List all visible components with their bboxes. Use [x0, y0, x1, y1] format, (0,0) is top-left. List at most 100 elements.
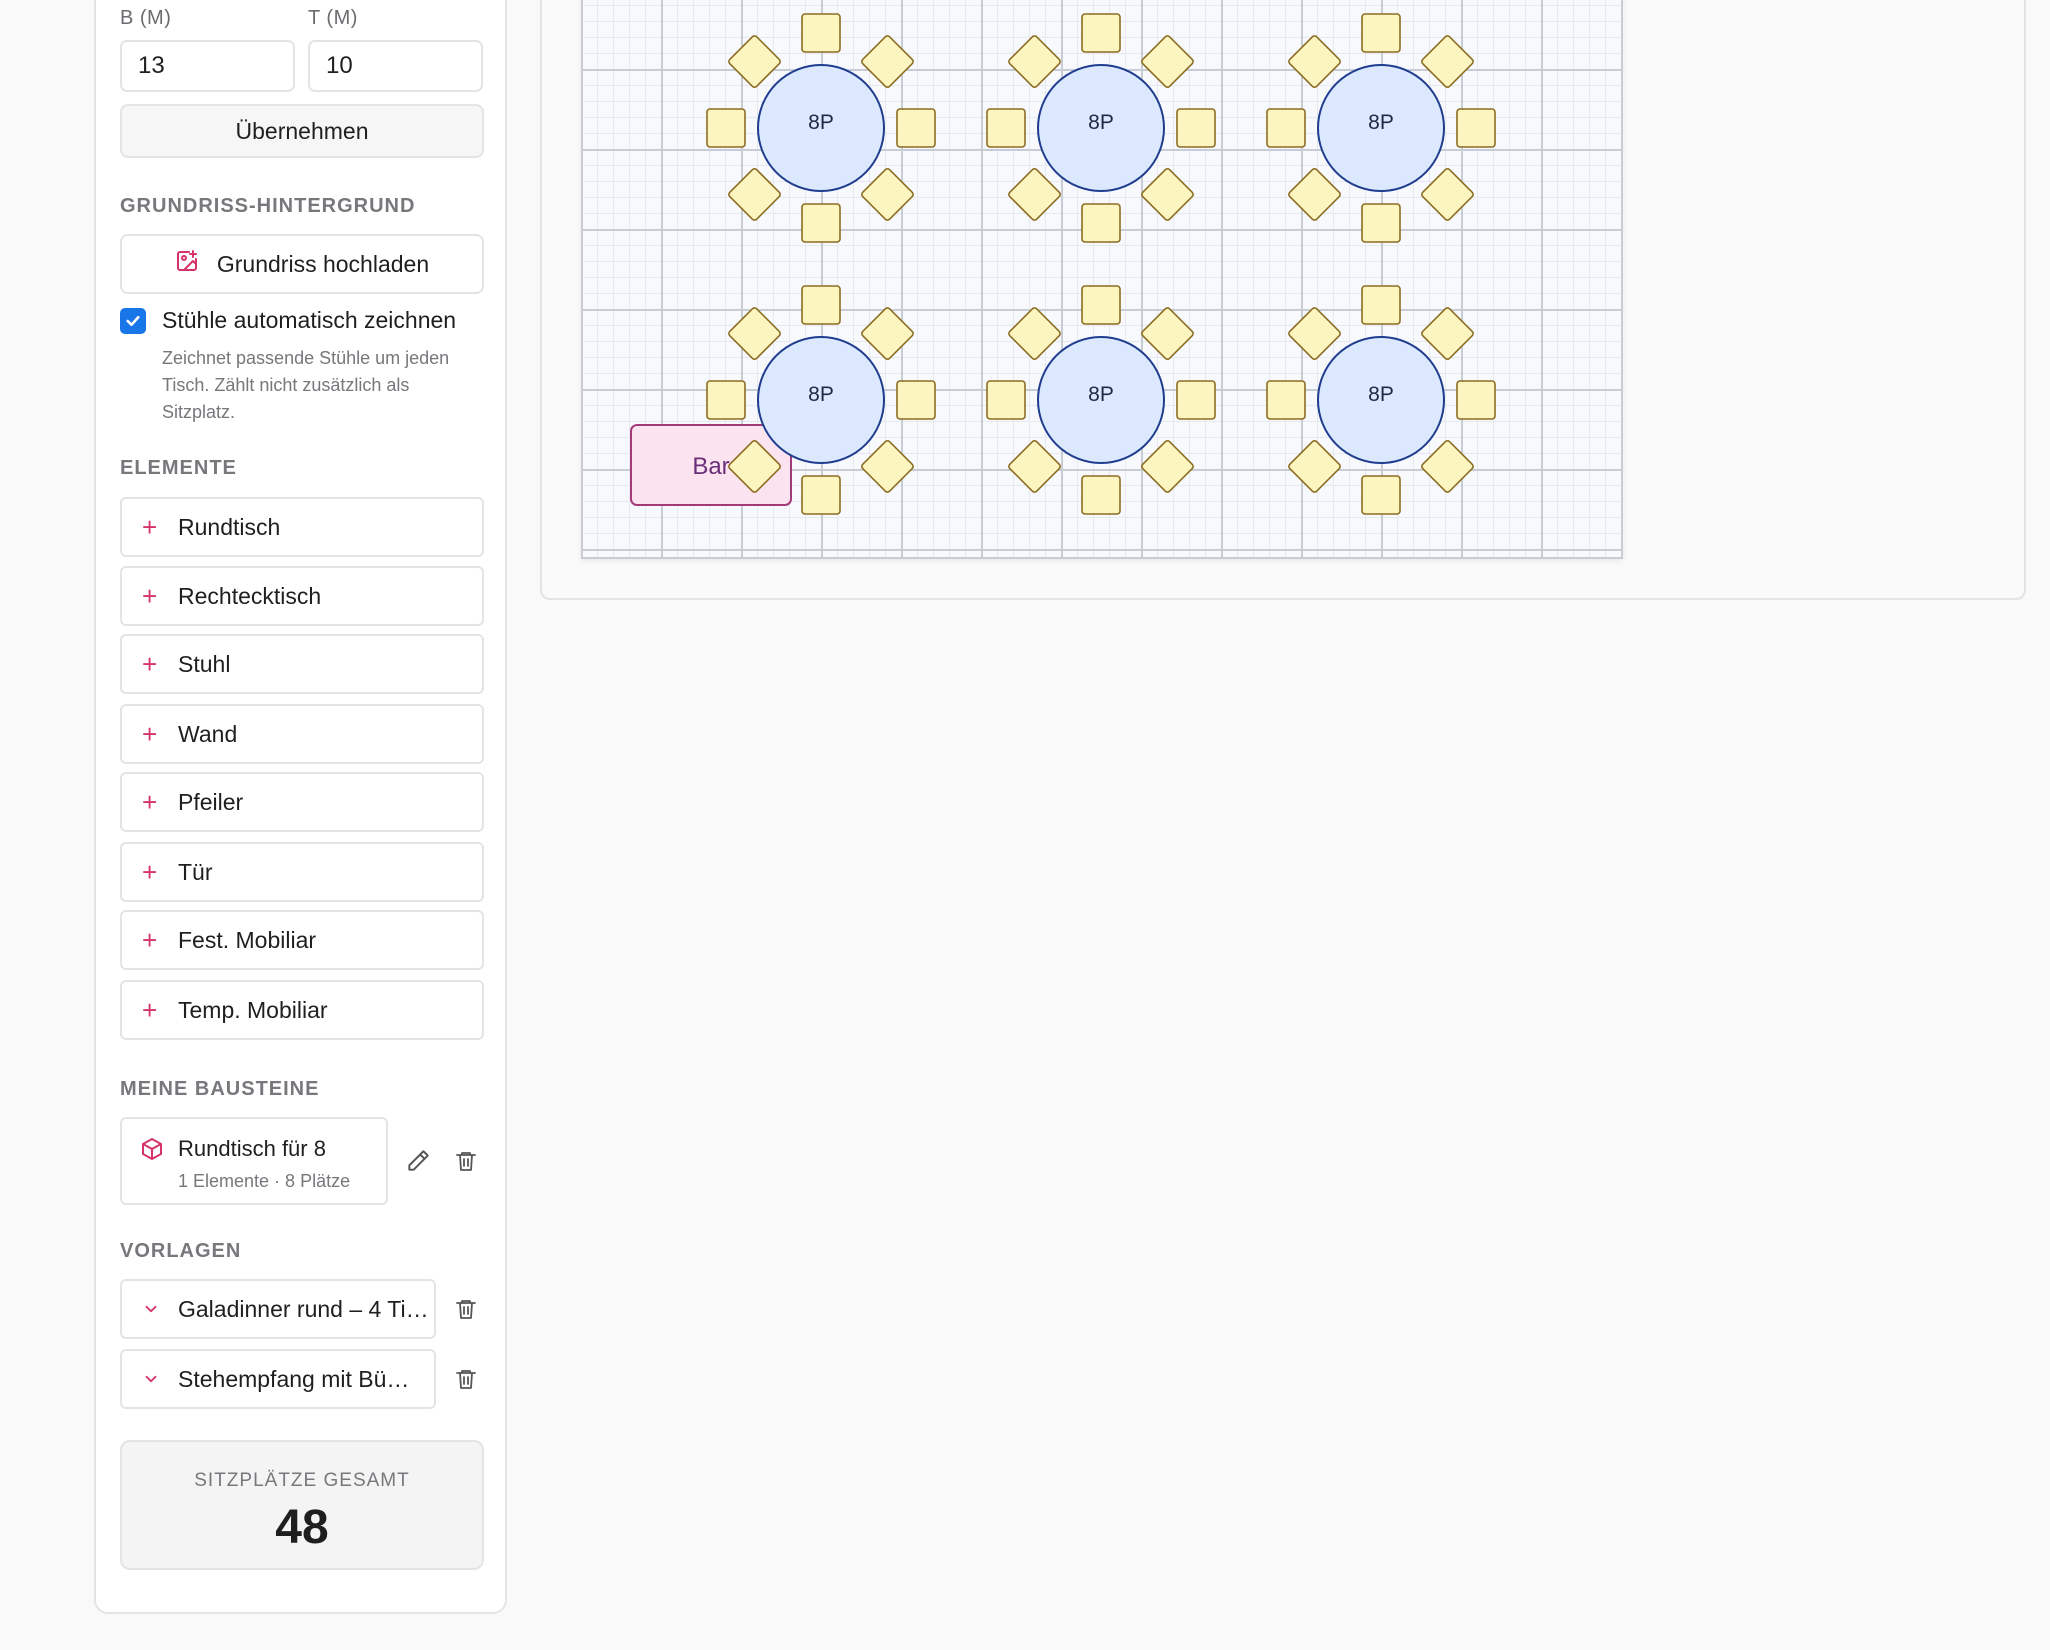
chair[interactable]	[1141, 168, 1195, 222]
element-label: Tür	[178, 858, 213, 885]
chair[interactable]	[896, 108, 936, 148]
round-table[interactable]: 8P	[1266, 285, 1496, 515]
add-chair-button[interactable]: + Stuhl	[120, 634, 484, 694]
chevron-down-icon	[142, 1300, 178, 1318]
table-label: 8P	[1368, 111, 1394, 134]
chair[interactable]	[986, 380, 1026, 420]
chair[interactable]	[986, 108, 1026, 148]
template-item-galadinner[interactable]: Galadinner rund – 4 Ti…	[120, 1279, 436, 1339]
chair[interactable]	[1288, 35, 1342, 89]
block-title: Rundtisch für 8	[178, 1136, 326, 1161]
elements-section-label: ELEMENTE	[120, 457, 237, 479]
sidebar-panel: B (M) T (M) Übernehmen GRUNDRISS-HINTERG…	[94, 0, 507, 1614]
block-card-round-table-8[interactable]: Rundtisch für 8 1 Elemente · 8 Plätze	[120, 1117, 388, 1205]
template-item-stehempfang[interactable]: Stehempfang mit Bü…	[120, 1349, 436, 1409]
chair[interactable]	[1141, 35, 1195, 89]
chair[interactable]	[801, 475, 841, 515]
chair[interactable]	[706, 380, 746, 420]
edit-block-button[interactable]	[402, 1145, 434, 1177]
element-label: Fest. Mobiliar	[178, 926, 317, 953]
table-label: 8P	[1368, 383, 1394, 406]
chair[interactable]	[1176, 108, 1216, 148]
chair[interactable]	[861, 307, 915, 361]
element-label: Stuhl	[178, 650, 231, 677]
add-door-button[interactable]: + Tür	[120, 842, 484, 902]
chair[interactable]	[1266, 108, 1306, 148]
chair[interactable]	[1456, 380, 1496, 420]
add-temp-furniture-button[interactable]: + Temp. Mobiliar	[120, 980, 484, 1040]
upload-floorplan-button[interactable]: Grundriss hochladen	[120, 234, 484, 294]
chair[interactable]	[1288, 168, 1342, 222]
chair[interactable]	[1081, 13, 1121, 53]
box-icon	[140, 1137, 164, 1166]
delete-block-button[interactable]	[450, 1145, 482, 1177]
chair[interactable]	[1008, 35, 1062, 89]
chair[interactable]	[1081, 475, 1121, 515]
delete-template-button[interactable]	[450, 1293, 482, 1325]
chair[interactable]	[861, 440, 915, 494]
plus-icon: +	[142, 857, 158, 887]
my-blocks-section-label: MEINE BAUSTEINE	[120, 1078, 320, 1100]
chair[interactable]	[1008, 168, 1062, 222]
add-wall-button[interactable]: + Wand	[120, 704, 484, 764]
chair[interactable]	[1421, 35, 1475, 89]
trash-icon	[456, 1152, 476, 1171]
trash-icon	[456, 1300, 476, 1319]
element-label: Rechtecktisch	[178, 582, 322, 609]
chair[interactable]	[1361, 475, 1401, 515]
chair[interactable]	[861, 168, 915, 222]
chair[interactable]	[1008, 440, 1062, 494]
chair[interactable]	[1176, 380, 1216, 420]
chair[interactable]	[801, 203, 841, 243]
chevron-down-icon	[142, 1370, 178, 1388]
chair[interactable]	[1421, 307, 1475, 361]
floorplan-svg: Bar 8P 8P 8P 8P 8P 8P	[630, 13, 1496, 515]
auto-chairs-hint: Zeichnet passende Stühle um jeden Tisch.…	[162, 348, 450, 422]
chair[interactable]	[1288, 440, 1342, 494]
chair[interactable]	[1456, 108, 1496, 148]
depth-input[interactable]	[308, 40, 483, 92]
chair[interactable]	[896, 380, 936, 420]
round-table[interactable]: 8P	[706, 285, 936, 515]
chair[interactable]	[1361, 285, 1401, 325]
chair[interactable]	[728, 307, 782, 361]
add-round-table-button[interactable]: + Rundtisch	[120, 497, 484, 557]
chair[interactable]	[801, 285, 841, 325]
chair[interactable]	[1141, 307, 1195, 361]
chair[interactable]	[1008, 307, 1062, 361]
chair[interactable]	[1361, 13, 1401, 53]
plus-icon: +	[142, 581, 158, 611]
apply-dimensions-button[interactable]: Übernehmen	[120, 104, 484, 158]
round-table[interactable]: 8P	[706, 13, 936, 243]
plus-icon: +	[142, 649, 158, 679]
round-table[interactable]: 8P	[986, 285, 1216, 515]
chair[interactable]	[728, 35, 782, 89]
round-table[interactable]: 8P	[1266, 13, 1496, 243]
auto-chairs-label: Stühle automatisch zeichnen	[162, 307, 457, 333]
chair[interactable]	[1421, 168, 1475, 222]
table-label: 8P	[1088, 111, 1114, 134]
auto-chairs-checkbox[interactable]	[120, 307, 146, 334]
chair[interactable]	[1081, 285, 1121, 325]
round-table[interactable]: 8P	[986, 13, 1216, 243]
chair[interactable]	[1141, 440, 1195, 494]
plus-icon: +	[142, 719, 158, 749]
element-label: Pfeiler	[178, 788, 244, 815]
width-input[interactable]	[120, 40, 295, 92]
add-fixed-furniture-button[interactable]: + Fest. Mobiliar	[120, 910, 484, 970]
add-rect-table-button[interactable]: + Rechtecktisch	[120, 566, 484, 626]
chair[interactable]	[1081, 203, 1121, 243]
chair[interactable]	[1266, 380, 1306, 420]
element-label: Rundtisch	[178, 513, 281, 540]
chair[interactable]	[861, 35, 915, 89]
chair[interactable]	[706, 108, 746, 148]
chair[interactable]	[728, 168, 782, 222]
plus-icon: +	[142, 925, 158, 955]
chair[interactable]	[1361, 203, 1401, 243]
chair[interactable]	[1288, 307, 1342, 361]
chair[interactable]	[801, 13, 841, 53]
floorplan-canvas[interactable]: Bar 8P 8P 8P 8P 8P 8P	[581, 0, 1623, 559]
delete-template-button[interactable]	[450, 1363, 482, 1395]
add-pillar-button[interactable]: + Pfeiler	[120, 772, 484, 832]
chair[interactable]	[1421, 440, 1475, 494]
